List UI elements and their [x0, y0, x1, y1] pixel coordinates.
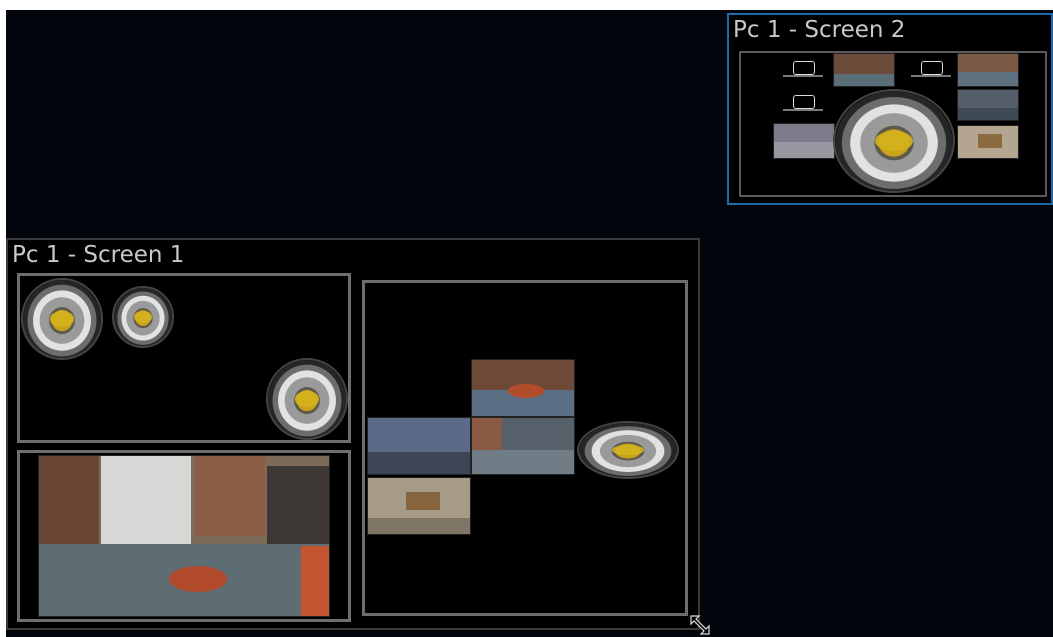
camera-feed[interactable] [471, 417, 575, 475]
logo-icon [793, 95, 815, 109]
logo-tile-1 [779, 59, 827, 85]
screen-2-pane[interactable] [739, 51, 1047, 197]
lobby-camera-feed[interactable] [38, 455, 330, 617]
camera-feed-thumb[interactable] [957, 89, 1019, 121]
camera-feed-thumb[interactable] [957, 125, 1019, 159]
logo-icon [921, 61, 943, 75]
screen-layout-canvas: Pc 1 - Screen 2 Pc 1 - Screen 1 [6, 10, 1053, 637]
fisheye-camera-feed[interactable] [577, 421, 679, 479]
screen-1-title: Pc 1 - Screen 1 [12, 242, 185, 268]
screen-2-frame[interactable]: Pc 1 - Screen 2 [727, 13, 1053, 205]
fisheye-camera-feed[interactable] [21, 278, 103, 360]
logo-tile-3 [779, 93, 827, 119]
camera-feed-thumb[interactable] [957, 53, 1019, 87]
camera-feed-thumb[interactable] [833, 53, 895, 87]
camera-feed[interactable] [367, 417, 471, 475]
camera-feed-thumb[interactable] [773, 123, 835, 159]
fisheye-camera-feed[interactable] [112, 286, 174, 348]
fisheye-camera-feed[interactable] [266, 358, 348, 440]
camera-feed[interactable] [471, 359, 575, 417]
screen-2-title: Pc 1 - Screen 2 [733, 17, 906, 43]
screen-1-pane-right[interactable] [362, 280, 688, 616]
logo-icon [793, 61, 815, 75]
logo-caption [911, 75, 951, 77]
screen-1-pane-bottom-left[interactable] [17, 450, 351, 622]
resize-handle-icon[interactable] [689, 614, 711, 636]
logo-caption [783, 75, 823, 77]
screen-1-frame[interactable]: Pc 1 - Screen 1 [6, 238, 700, 630]
logo-tile-2 [907, 59, 955, 85]
screen-1-pane-top-left[interactable] [17, 273, 351, 443]
camera-feed[interactable] [367, 477, 471, 535]
fisheye-camera-feed[interactable] [833, 89, 955, 193]
logo-caption [783, 109, 823, 111]
